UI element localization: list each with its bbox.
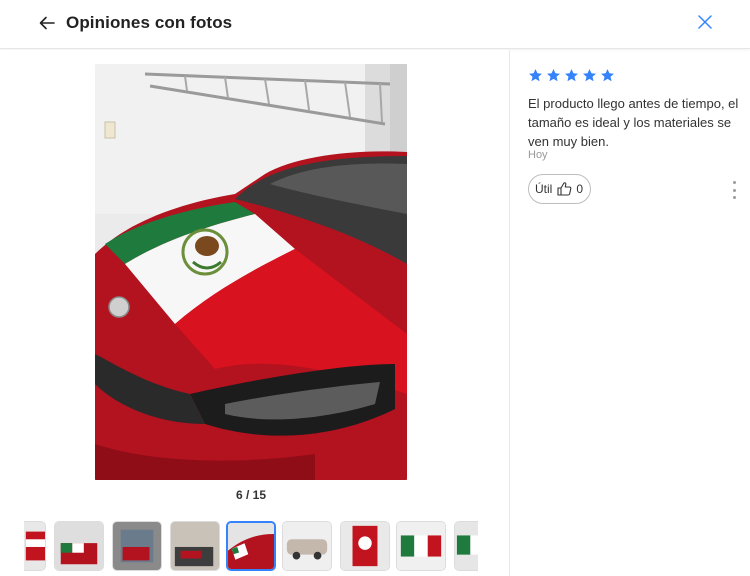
car-flag-thumb-icon xyxy=(455,522,478,570)
page-title: Opiniones con fotos xyxy=(66,13,233,32)
review-date: Hoy xyxy=(528,149,548,161)
thumbnail-9[interactable] xyxy=(454,521,478,571)
thumbnail-1[interactable] xyxy=(24,521,46,571)
flag-hood-thumb-icon xyxy=(341,522,389,570)
car-side-thumb-icon xyxy=(283,522,331,570)
thumbnail-3[interactable] xyxy=(112,521,162,571)
more-vertical-icon xyxy=(732,181,736,184)
star-icon xyxy=(565,69,578,82)
useful-button[interactable]: Útil 0 xyxy=(528,174,592,204)
thumbnail-6[interactable] xyxy=(282,521,332,571)
rating-stars xyxy=(528,68,615,83)
car-hood-flag-photo xyxy=(95,64,407,480)
close-button[interactable] xyxy=(696,13,714,31)
modal-header: Opiniones con fotos xyxy=(0,0,750,49)
review-panel: El producto llego antes de tiempo, el ta… xyxy=(510,50,750,576)
star-icon xyxy=(583,69,596,82)
car-flag-thumb-icon xyxy=(228,523,274,569)
car-flag-thumb-icon xyxy=(24,522,45,570)
thumbnail-5[interactable] xyxy=(226,521,276,571)
thumbs-up-icon xyxy=(557,182,572,196)
car-garage-thumb-icon xyxy=(171,522,219,570)
thumbnail-8[interactable] xyxy=(396,521,446,571)
back-button[interactable] xyxy=(36,12,58,34)
star-icon xyxy=(601,69,614,82)
star-icon xyxy=(529,69,542,82)
thumbnail-2[interactable] xyxy=(54,521,104,571)
review-text: El producto llego antes de tiempo, el ta… xyxy=(528,96,739,149)
close-icon xyxy=(698,15,712,29)
thumbnail-4[interactable] xyxy=(170,521,220,571)
thumbnail-strip xyxy=(24,521,478,573)
flag-hood-thumb-icon xyxy=(397,522,445,570)
more-options-button[interactable] xyxy=(729,181,739,199)
star-icon xyxy=(547,69,560,82)
thumbnail-7[interactable] xyxy=(340,521,390,571)
useful-label: Útil xyxy=(535,182,553,196)
review-photo[interactable] xyxy=(95,64,407,480)
useful-count: 0 xyxy=(576,182,584,196)
arrow-left-icon xyxy=(39,16,55,30)
car-front-thumb-icon xyxy=(113,522,161,570)
car-flag-thumb-icon xyxy=(55,522,103,570)
photo-counter: 6 / 15 xyxy=(235,488,267,502)
